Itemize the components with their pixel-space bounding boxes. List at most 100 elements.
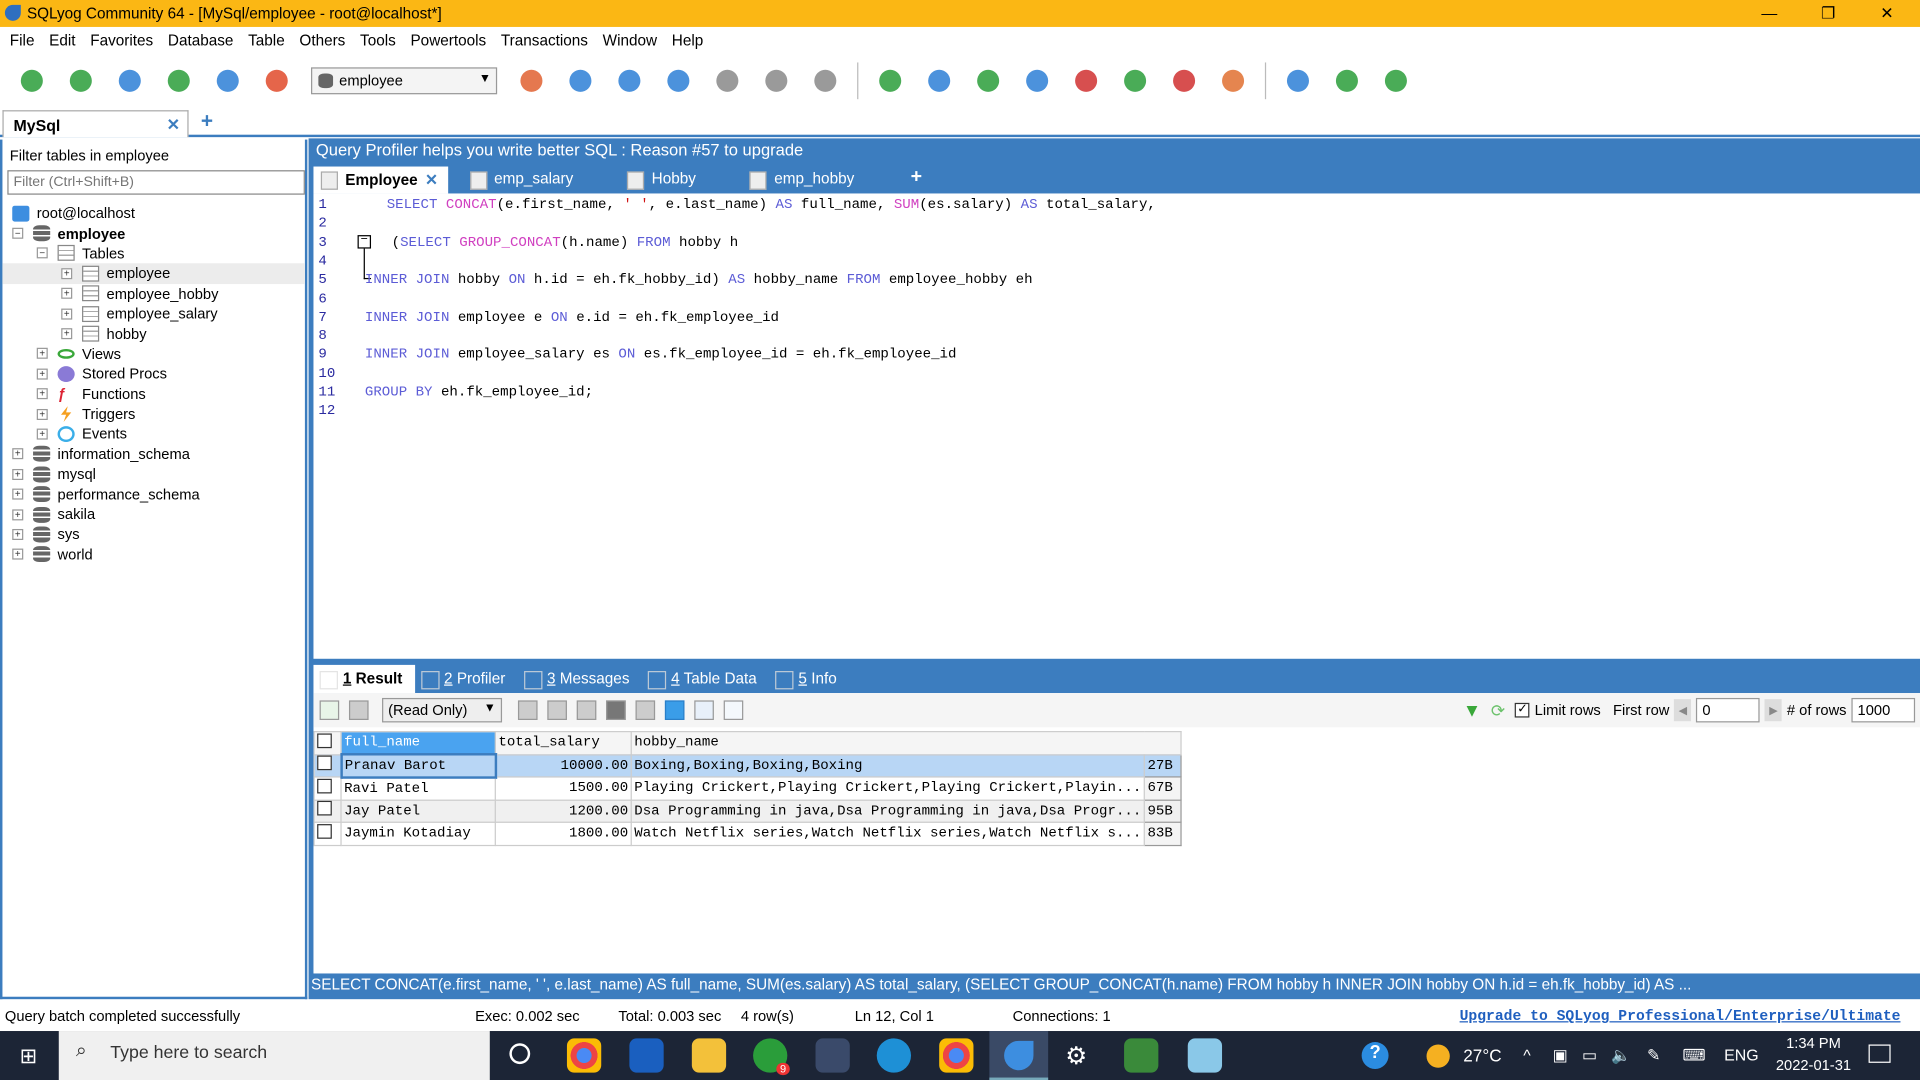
tree-node-tables[interactable]: − Tables bbox=[2, 243, 304, 263]
filter-input[interactable] bbox=[7, 170, 305, 195]
keyboard-icon[interactable]: ⌨ bbox=[1682, 1046, 1705, 1066]
checkbox[interactable] bbox=[317, 778, 332, 794]
expand-icon[interactable]: + bbox=[36, 428, 48, 440]
cell-full-name[interactable]: Jaymin Kotadiay bbox=[340, 821, 496, 846]
tree-node-triggers[interactable]: + Triggers bbox=[2, 404, 304, 424]
collapse-icon[interactable]: − bbox=[36, 247, 48, 259]
expand-icon[interactable]: + bbox=[12, 548, 24, 560]
restore-db-icon[interactable] bbox=[1020, 64, 1054, 98]
notepad-icon[interactable] bbox=[1187, 1038, 1223, 1073]
minimize-button[interactable]: — bbox=[1741, 0, 1797, 27]
result-tab-table-data[interactable]: 4 Table Data bbox=[642, 665, 769, 693]
menu-database[interactable]: Database bbox=[168, 32, 234, 49]
menu-transactions[interactable]: Transactions bbox=[501, 32, 588, 49]
checkbox[interactable] bbox=[317, 733, 332, 748]
execute-edit-icon[interactable] bbox=[211, 64, 245, 98]
settings-gear-icon[interactable]: ⚙ bbox=[1065, 1041, 1087, 1072]
weather-temperature[interactable]: 27°C bbox=[1463, 1046, 1501, 1066]
tree-node-views[interactable]: + Views bbox=[2, 344, 304, 364]
expand-icon[interactable]: + bbox=[12, 488, 24, 500]
cell-hobby-name[interactable]: Dsa Programming in java,Dsa Programming … bbox=[630, 798, 1145, 823]
copy-database-icon[interactable] bbox=[1281, 64, 1315, 98]
collapse-icon[interactable]: − bbox=[12, 227, 24, 239]
expand-icon[interactable]: + bbox=[12, 528, 24, 540]
select-all-checkbox-cell[interactable] bbox=[313, 731, 342, 755]
row-checkbox-cell[interactable] bbox=[313, 821, 342, 846]
show-hidden-icons-icon[interactable]: ^ bbox=[1523, 1046, 1530, 1064]
column-header-total-salary[interactable]: total_salary bbox=[494, 731, 632, 755]
previous-page-button[interactable]: ◀ bbox=[1674, 699, 1692, 722]
expand-icon[interactable]: + bbox=[61, 288, 73, 300]
menu-powertools[interactable]: Powertools bbox=[410, 32, 486, 49]
tree-node-sys[interactable]: + sys bbox=[2, 524, 304, 544]
table-row[interactable]: Pranav Barot 10000.00 Boxing,Boxing,Boxing… bbox=[313, 753, 1182, 779]
add-connection-button[interactable]: + bbox=[201, 109, 213, 133]
tree-node-hobby[interactable]: + hobby bbox=[2, 324, 304, 344]
cell-hobby-name[interactable]: Playing Crickert,Playing Crickert,Playin… bbox=[630, 776, 1145, 801]
menu-help[interactable]: Help bbox=[672, 32, 703, 49]
refresh-icon[interactable] bbox=[971, 64, 1005, 98]
sqlyog-taskbar-button[interactable] bbox=[989, 1031, 1049, 1080]
insert-row-icon[interactable] bbox=[517, 700, 538, 721]
tree-node-information-schema[interactable]: + information_schema bbox=[2, 444, 304, 464]
text-view-icon[interactable] bbox=[723, 700, 744, 721]
whatsapp-icon[interactable]: 9 bbox=[753, 1038, 790, 1076]
checkbox[interactable] bbox=[317, 823, 332, 839]
skype-icon[interactable] bbox=[876, 1038, 912, 1073]
language-indicator[interactable]: ENG bbox=[1724, 1046, 1758, 1064]
expand-icon[interactable]: + bbox=[36, 348, 48, 360]
tree-node-events[interactable]: + Events bbox=[2, 424, 304, 444]
word-icon[interactable] bbox=[629, 1038, 664, 1073]
column-header-hobby-name[interactable]: hobby_name bbox=[630, 731, 1182, 755]
table-row[interactable]: Ravi Patel 1500.00 Playing Crickert,Playin… bbox=[313, 776, 1182, 801]
camera-icon[interactable]: ▣ bbox=[1553, 1046, 1568, 1066]
num-rows-input[interactable] bbox=[1851, 697, 1916, 723]
column-header-full-name[interactable]: full_name bbox=[340, 731, 496, 755]
schema-sync-icon[interactable] bbox=[1379, 64, 1413, 98]
tree-node-employee[interactable]: + employee bbox=[2, 263, 305, 284]
result-grid[interactable]: full_name total_salary hobby_name Pranav Ba… bbox=[313, 731, 1182, 846]
cell-size[interactable]: 83B bbox=[1143, 821, 1182, 846]
cell-total-salary[interactable]: 1800.00 bbox=[494, 821, 632, 846]
job-run-icon[interactable] bbox=[1118, 64, 1152, 98]
schema-designer-icon[interactable] bbox=[710, 64, 744, 98]
cell-total-salary[interactable]: 1500.00 bbox=[494, 776, 632, 801]
duplicate-row-icon[interactable] bbox=[547, 700, 567, 721]
cell-size[interactable]: 67B bbox=[1143, 776, 1182, 801]
save-icon[interactable] bbox=[576, 700, 597, 721]
stop-icon[interactable] bbox=[260, 64, 294, 98]
tree-node-employee-salary[interactable]: + employee_salary bbox=[2, 304, 304, 324]
menu-others[interactable]: Others bbox=[299, 32, 345, 49]
tree-node-sakila[interactable]: + sakila bbox=[2, 504, 304, 524]
clock-time[interactable]: 1:34 PM bbox=[1771, 1035, 1857, 1052]
expand-icon[interactable]: + bbox=[12, 508, 24, 520]
expand-icon[interactable]: + bbox=[36, 388, 48, 400]
cortana-icon[interactable] bbox=[509, 1043, 531, 1065]
table-row[interactable]: Jaymin Kotadiay 1800.00 Watch Netflix seri… bbox=[313, 821, 1182, 846]
tree-node-functions[interactable]: + ƒ Functions bbox=[2, 384, 304, 404]
expand-icon[interactable]: + bbox=[36, 408, 48, 420]
upgrade-link[interactable]: Upgrade to SQLyog Professional/Enterpris… bbox=[1460, 1008, 1901, 1025]
delete-icon[interactable] bbox=[606, 700, 626, 721]
form-view-icon[interactable] bbox=[694, 700, 714, 721]
table-icon[interactable] bbox=[759, 64, 793, 98]
taskbar-search[interactable]: ⌕ Type here to search bbox=[58, 1031, 490, 1080]
edit-mode-select[interactable]: (Read Only) ▼ bbox=[382, 697, 503, 723]
sql-formatter-icon[interactable] bbox=[1167, 64, 1201, 98]
expand-icon[interactable]: + bbox=[12, 448, 24, 460]
chrome-icon[interactable] bbox=[566, 1038, 602, 1073]
sql-editor[interactable]: − 1 SELECT CONCAT(e.first_name, ' ', e.l… bbox=[313, 193, 1920, 659]
expand-icon[interactable]: + bbox=[12, 468, 24, 480]
query-tab-hobby[interactable]: Hobby bbox=[620, 167, 706, 194]
windows-start-icon[interactable]: ⊞ bbox=[20, 1044, 37, 1068]
expand-icon[interactable]: + bbox=[61, 308, 73, 320]
row-checkbox-cell[interactable] bbox=[313, 798, 342, 823]
database-sync-icon[interactable] bbox=[661, 64, 695, 98]
clock-date[interactable]: 2022-01-31 bbox=[1771, 1057, 1857, 1074]
compare-icon[interactable] bbox=[1216, 64, 1250, 98]
menu-window[interactable]: Window bbox=[603, 32, 657, 49]
fold-toggle[interactable]: − bbox=[357, 234, 372, 249]
close-button[interactable]: ✕ bbox=[1859, 0, 1915, 27]
alter-database-icon[interactable] bbox=[612, 64, 646, 98]
excel-icon[interactable] bbox=[1124, 1038, 1159, 1073]
